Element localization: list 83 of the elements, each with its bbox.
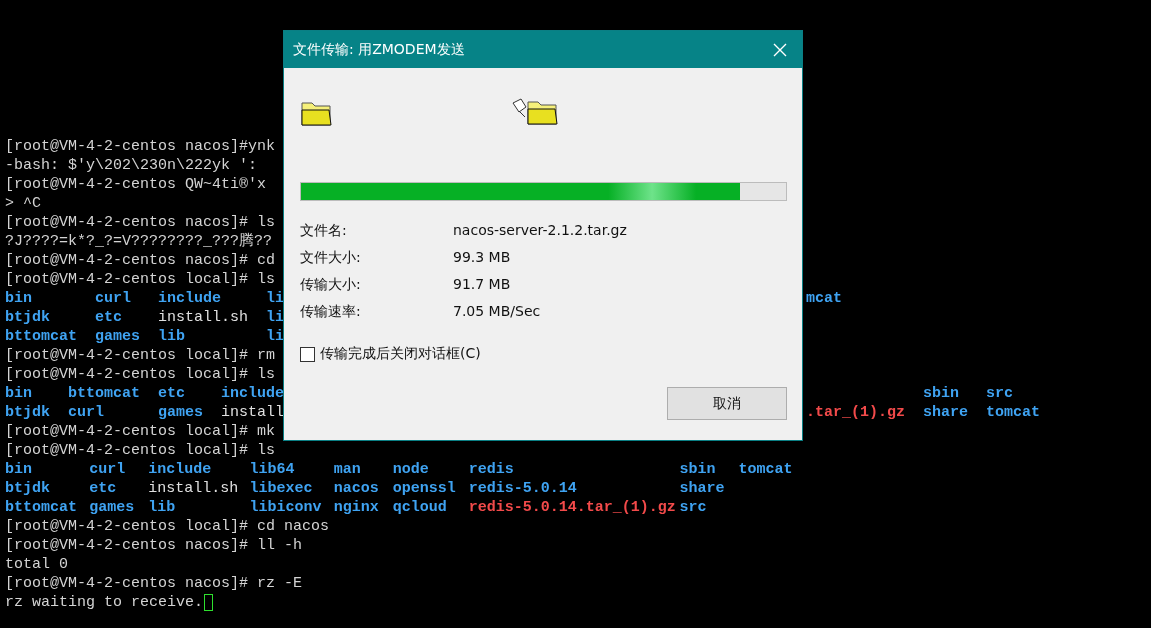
directory-name: etc [89,480,117,497]
field-value: 7.05 MB/Sec [453,302,542,320]
directory-name: lib64 [249,461,295,478]
terminal-line: [root@VM-4-2-centos local]# rm [5,346,276,365]
directory-name: games [95,328,140,345]
directory-name: mcat [806,290,842,307]
directory-name: bin [5,461,32,478]
field-value: 91.7 MB [453,275,512,293]
directory-name: games [89,499,135,516]
terminal-line: [root@VM-4-2-centos local]# mk [5,422,276,441]
directory-name: li [266,328,285,345]
directory-name: tomcat [986,404,1041,421]
directory-name: nacos [333,480,379,497]
directory-name: sbin [679,461,716,478]
field-label: 文件名: [300,221,348,239]
directory-name: etc [95,309,122,326]
terminal-line: [root@VM-4-2-centos nacos]# cd [5,251,276,270]
terminal-line: [root@VM-4-2-centos local]# ls [5,270,276,289]
field-label: 传输速率: [300,302,362,320]
terminal-line: total 0 [5,555,68,574]
terminal-line: [root@VM-4-2-centos nacos]# rz -E [5,574,303,593]
folder-transfer-icon [510,97,560,127]
directory-name: sbin [923,385,960,402]
directory-name: include [158,290,221,307]
file-name: install.sh [158,309,248,326]
directory-name: src [679,499,707,516]
directory-name: man [333,461,361,478]
terminal-line: ?J????=k*?_?=V????????_???腾?? [5,232,273,251]
directory-name: lib [148,499,176,516]
terminal-line: [root@VM-4-2-centos local]# ls [5,365,276,384]
archive-name: .tar_(1).gz [806,404,906,421]
directory-name: libexec [249,480,313,497]
directory-name: games [158,404,203,421]
checkbox[interactable] [300,346,315,362]
directory-name: bttomcat [68,385,140,402]
directory-name: qcloud [392,499,447,516]
checkbox-label: 传输完成后关闭对话框(C) [320,345,481,363]
terminal-line: -bash: $'y\202\230n\222yk ': [5,156,258,175]
directory-name: btjdk [5,480,50,497]
directory-name: src [986,385,1014,402]
field-value: 99.3 MB [453,248,512,266]
terminal-line: [root@VM-4-2-centos local]# ls [5,441,276,460]
cancel-button[interactable]: 取消 [667,387,787,420]
directory-name: etc [158,385,185,402]
directory-name: redis [468,461,514,478]
terminal-line: [root@VM-4-2-centos nacos]# ll -h [5,536,303,555]
directory-name: share [923,404,969,421]
directory-name: bin [5,385,32,402]
file-name: install.sh [148,480,239,497]
terminal-line: > ^C [5,194,41,213]
directory-name: nginx [333,499,379,516]
window-title: 文件传输: 用ZMODEM发送 [293,40,465,59]
field-label: 传输大小: [300,275,362,293]
field-label: 文件大小: [300,248,362,266]
directory-name: bttomcat [5,499,77,516]
directory-name: curl [95,290,131,307]
terminal-line: rz waiting to receive. [5,593,204,612]
directory-name: lib [158,328,185,345]
terminal-line: [root@VM-4-2-centos QW~4ti®'x [5,175,267,194]
folder-icon [300,100,333,127]
field-value: nacos-server-2.1.2.tar.gz [453,221,628,239]
directory-name: li [266,290,285,307]
directory-name: libiconv [249,499,322,516]
directory-name: btjdk [5,404,50,421]
directory-name: curl [68,404,104,421]
directory-name: include [221,385,284,402]
directory-name: include [148,461,212,478]
directory-name: li [266,309,285,326]
archive-name: redis-5.0.14.tar_(1).gz [468,499,676,516]
directory-name: openssl [392,480,456,497]
terminal-line: [root@VM-4-2-centos local]# cd nacos [5,517,330,536]
directory-name: bttomcat [5,328,77,345]
directory-name: node [392,461,429,478]
directory-name: btjdk [5,309,50,326]
directory-name: bin [5,290,32,307]
file-name: install [221,404,284,421]
directory-name: share [679,480,725,497]
terminal-line: [root@VM-4-2-centos nacos]#ynk [5,137,276,156]
close-icon [773,42,787,57]
directory-name: tomcat [738,461,793,478]
terminal-line: [root@VM-4-2-centos nacos]# ls [5,213,276,232]
directory-name: curl [89,461,126,478]
directory-name: redis-5.0.14 [468,480,577,497]
